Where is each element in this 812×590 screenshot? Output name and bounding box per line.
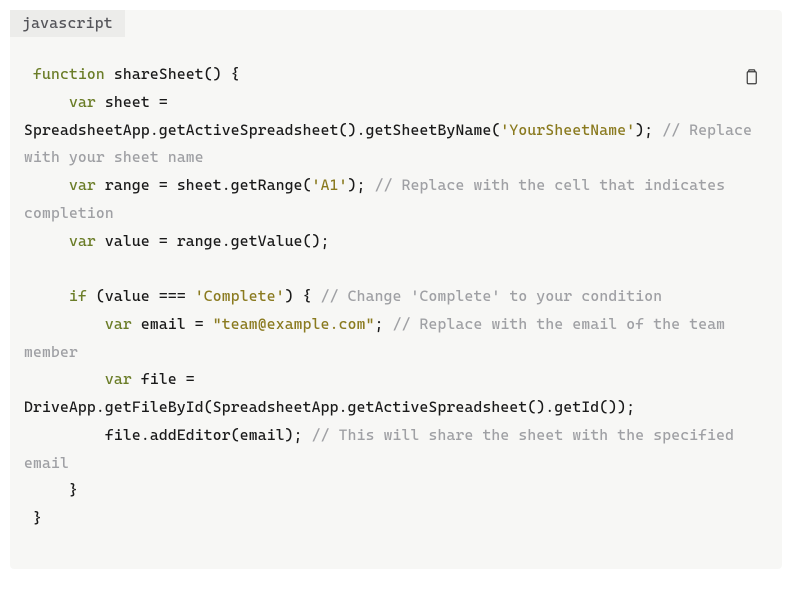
code-token-pln: ; [375, 315, 393, 333]
code-token-pln [24, 315, 105, 333]
code-block: javascript function shareSheet() { var s… [10, 10, 782, 569]
code-token-pln: sheet = SpreadsheetApp.getActiveSpreadsh… [24, 93, 500, 139]
code-token-pln [24, 176, 69, 194]
code-token-pln: range = sheet.getRange( [96, 176, 312, 194]
code-token-pln: ); [635, 121, 662, 139]
language-tag: javascript [10, 10, 125, 37]
code-token-pln: } } [24, 481, 78, 527]
code-token-pln: (value === [87, 287, 195, 305]
code-token-kw: var [105, 315, 132, 333]
code-token-kw: if [69, 287, 87, 305]
code-token-pln [24, 232, 69, 250]
code-token-kw: var [69, 232, 96, 250]
code-token-kw: var [105, 370, 132, 388]
clipboard-icon [742, 72, 760, 90]
code-token-cmt: // Change 'Complete' to your condition [321, 287, 663, 305]
copy-button[interactable] [742, 68, 760, 86]
code-token-str: 'A1' [312, 176, 348, 194]
code-token-pln [24, 65, 33, 83]
code-token-pln: ) { [285, 287, 321, 305]
code-token-str: 'YourSheetName' [500, 121, 635, 139]
code-token-str: 'Complete' [195, 287, 285, 305]
code-token-pln: email = [132, 315, 213, 333]
code-token-kw: var [69, 93, 96, 111]
code-token-kw: var [69, 176, 96, 194]
code-token-pln [24, 370, 105, 388]
code-token-str: "team@example.com" [213, 315, 375, 333]
code-token-pln: ); [348, 176, 375, 194]
code-token-kw: function [33, 65, 105, 83]
code-content: function shareSheet() { var sheet = Spre… [10, 37, 782, 545]
